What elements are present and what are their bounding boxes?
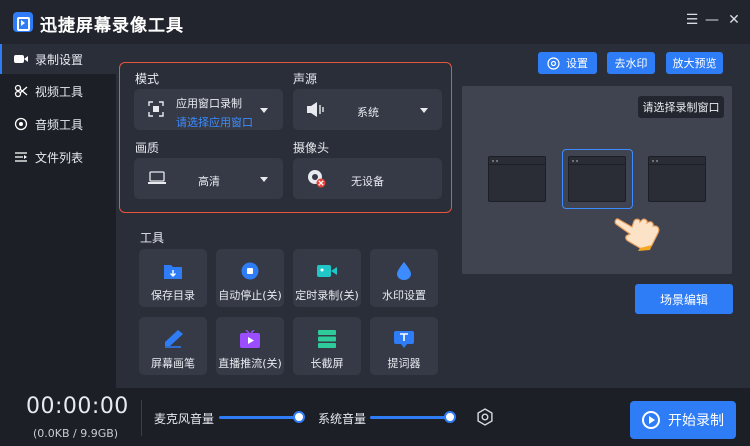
webcam-off-icon [306, 168, 326, 188]
camera-label: 摄像头 [293, 141, 330, 155]
mic-volume-knob[interactable] [293, 411, 305, 423]
settings-button[interactable]: 设置 [538, 52, 597, 74]
laptop-icon [148, 171, 166, 185]
tool-save-directory[interactable]: 保存目录 [139, 249, 207, 307]
audio-source-value: 系统 [357, 106, 379, 119]
mic-volume-slider[interactable] [219, 416, 299, 419]
start-recording-label: 开始录制 [668, 413, 724, 429]
window-thumbnail[interactable] [488, 156, 546, 202]
play-icon [642, 411, 660, 429]
chevron-down-icon [260, 108, 268, 113]
tool-screen-pen[interactable]: 屏幕画笔 [139, 317, 207, 375]
menu-icon[interactable]: ☰ [684, 12, 700, 28]
record-timer: 00:00:00 [26, 394, 129, 419]
tool-auto-stop[interactable]: 自动停止(关) [216, 249, 284, 307]
quality-label: 画质 [135, 141, 160, 155]
tool-long-screenshot[interactable]: 长截屏 [293, 317, 361, 375]
divider [141, 400, 142, 436]
mode-value: 应用窗口录制 [176, 97, 242, 110]
file-size: (0.0KB / 9.9GB) [33, 427, 119, 440]
camera-icon [14, 52, 28, 66]
scene-edit-button[interactable]: 场景编辑 [635, 284, 733, 314]
chevron-down-icon [420, 108, 428, 113]
preview-hint: 请选择录制窗口 [638, 96, 724, 118]
audio-settings-gear-icon[interactable] [476, 408, 494, 426]
window-thumbnail[interactable] [648, 156, 706, 202]
close-icon[interactable]: ✕ [726, 12, 742, 28]
system-volume-slider[interactable] [370, 416, 450, 419]
tool-watermark[interactable]: 水印设置 [370, 249, 438, 307]
pen-icon [163, 330, 183, 348]
teleprompter-icon [394, 330, 414, 348]
sidebar-item-label: 视频工具 [35, 84, 84, 99]
speaker-icon [307, 102, 325, 117]
stop-timer-icon [240, 262, 260, 280]
schedule-record-icon [317, 262, 337, 280]
mic-volume-label: 麦克风音量 [154, 412, 215, 426]
video-tools-icon [14, 84, 28, 98]
window-record-icon [148, 101, 164, 117]
tools-label: 工具 [140, 231, 165, 245]
system-volume-knob[interactable] [444, 411, 456, 423]
quality-value: 高清 [198, 175, 220, 188]
zoom-preview-button[interactable]: 放大预览 [666, 52, 723, 74]
sidebar-item-label: 音频工具 [35, 117, 84, 132]
chevron-down-icon [260, 177, 268, 182]
sidebar-item-label: 录制设置 [35, 52, 84, 67]
audio-source-label: 声源 [293, 72, 318, 86]
pointing-hand-icon [614, 207, 664, 251]
audio-tools-icon [14, 117, 28, 131]
sidebar-item-file-list[interactable]: 文件列表 [0, 142, 116, 172]
gear-icon [547, 56, 560, 70]
tool-live-stream[interactable]: 直播推流(关) [216, 317, 284, 375]
camera-value: 无设备 [351, 175, 384, 188]
folder-icon [163, 262, 183, 280]
mode-label: 模式 [135, 72, 160, 86]
start-recording-button[interactable]: 开始录制 [630, 401, 736, 439]
live-stream-icon [240, 329, 260, 348]
sidebar-item-video-tools[interactable]: 视频工具 [0, 76, 116, 106]
system-volume-label: 系统音量 [318, 412, 367, 426]
file-list-icon [14, 150, 28, 164]
tool-scheduled-record[interactable]: 定时录制(关) [293, 249, 361, 307]
long-screenshot-icon [317, 330, 337, 348]
watermark-icon [394, 262, 414, 280]
choose-window-link[interactable]: 请选择应用窗口 [176, 114, 253, 130]
minimize-icon[interactable]: — [704, 12, 720, 28]
sidebar-item-audio-tools[interactable]: 音频工具 [0, 109, 116, 139]
app-logo-icon [13, 12, 33, 32]
tool-teleprompter[interactable]: 提词器 [370, 317, 438, 375]
settings-button-label: 设置 [566, 57, 588, 70]
sidebar-item-label: 文件列表 [35, 150, 84, 165]
app-title: 迅捷屏幕录像工具 [40, 16, 184, 36]
remove-watermark-button[interactable]: 去水印 [607, 52, 655, 74]
sidebar-item-record-settings[interactable]: 录制设置 [0, 44, 116, 74]
window-thumbnail[interactable] [568, 156, 626, 202]
